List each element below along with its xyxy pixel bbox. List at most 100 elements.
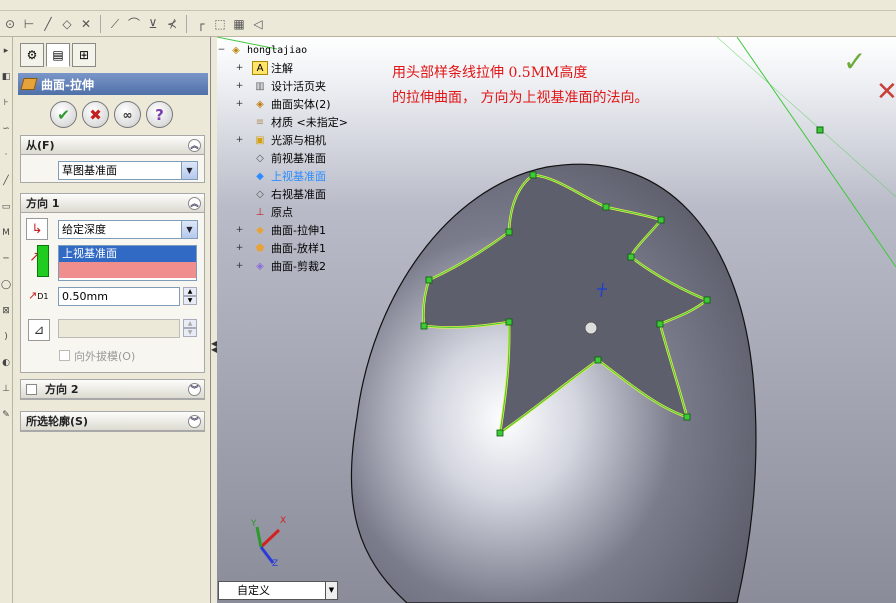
spline-point[interactable]: [683, 413, 691, 421]
cancel-button[interactable]: ✖: [82, 101, 109, 128]
fillet-tool-icon[interactable]: ⌒: [126, 16, 142, 32]
spline-point[interactable]: [420, 322, 428, 330]
tab-feature-manager[interactable]: ⚙: [20, 43, 44, 67]
direction2-group-header[interactable]: 方向 2 ︾: [21, 380, 204, 399]
tree-item-trim2[interactable]: + ◈ 曲面-剪裁2: [235, 257, 326, 275]
expand-icon[interactable]: +: [235, 99, 244, 109]
line-tool-icon[interactable]: ╱: [40, 16, 56, 32]
reverse-direction-button[interactable]: ↳: [26, 218, 48, 240]
mirror-tool-icon[interactable]: ⊻: [145, 16, 161, 32]
spline-point[interactable]: [505, 228, 513, 236]
tree-item-extrude1[interactable]: + ◆ 曲面-拉伸1: [235, 221, 326, 239]
selected-plane-item[interactable]: 上视基准面: [59, 246, 196, 262]
chevron-down-icon[interactable]: ▼: [325, 582, 337, 599]
depth-spinner[interactable]: ▲ ▼: [183, 287, 197, 306]
diamond-tool-icon[interactable]: ◇: [59, 16, 75, 32]
spline-point[interactable]: [529, 171, 537, 179]
tree-item-front-plane[interactable]: ◇ 前视基准面: [235, 149, 326, 167]
offset-tool-icon[interactable]: ⟋: [107, 16, 123, 32]
dimension-tool-icon[interactable]: ⊢: [21, 16, 37, 32]
rectangle-icon[interactable]: ▭: [0, 201, 12, 214]
point-icon[interactable]: ·: [0, 149, 12, 162]
direction2-checkbox[interactable]: [26, 383, 37, 395]
expand-icon[interactable]: +: [235, 135, 244, 145]
pen-icon[interactable]: ✎: [0, 409, 12, 422]
collapse-chevron-icon[interactable]: ︽: [188, 138, 201, 152]
line-icon[interactable]: ╱: [0, 175, 12, 188]
rectangle-tool-icon[interactable]: ⬚: [212, 16, 228, 32]
spin-up-icon[interactable]: ▲: [183, 287, 197, 296]
graphics-viewport[interactable]: X Y Z − ◈ honglajiao + A 注解 + ▥ 设计活页夹 + …: [217, 37, 896, 603]
tab-configuration-manager[interactable]: ⊞: [72, 43, 96, 67]
cross-tool-icon[interactable]: ✕: [78, 16, 94, 32]
spline-point[interactable]: [594, 356, 602, 364]
direction-reference-list[interactable]: 上视基准面: [58, 245, 197, 281]
expand-icon[interactable]: +: [235, 261, 244, 271]
measure-icon[interactable]: M: [0, 227, 12, 240]
grid-tool-icon[interactable]: ▦: [231, 16, 247, 32]
spline-point[interactable]: [602, 203, 610, 211]
lofted-surface-icon: ⬟: [255, 242, 265, 254]
direction1-group-header[interactable]: 方向 1 ︽: [21, 194, 204, 213]
tree-item-design-binder[interactable]: + ▥ 设计活页夹: [235, 77, 326, 95]
slot-tool-icon[interactable]: ◁: [250, 16, 266, 32]
tree-item-top-plane[interactable]: ◆ 上视基准面: [235, 167, 326, 185]
spline-point[interactable]: [703, 296, 711, 304]
view-orientation-select[interactable]: 自定义 ▼: [218, 581, 338, 600]
depth-input[interactable]: 0.50mm: [58, 287, 180, 306]
chevron-down-icon[interactable]: ▼: [181, 162, 197, 179]
dimension-icon[interactable]: ⊦: [0, 97, 12, 110]
tree-item-material[interactable]: ≡ 材质 <未指定>: [235, 113, 348, 131]
minus-icon[interactable]: ─: [0, 253, 12, 266]
collapse-icon[interactable]: −: [217, 45, 226, 55]
tree-item-loft1[interactable]: + ⬟ 曲面-放样1: [235, 239, 326, 257]
expand-icon[interactable]: +: [235, 63, 244, 73]
ok-button[interactable]: ✔: [50, 101, 77, 128]
empty-selection-slot[interactable]: [59, 262, 196, 278]
from-group-header[interactable]: 从(F) ︽: [21, 136, 204, 155]
spline-point[interactable]: [627, 253, 635, 261]
expand-icon[interactable]: +: [235, 243, 244, 253]
help-button[interactable]: ?: [146, 101, 173, 128]
tree-root[interactable]: − ◈ honglajiao: [217, 41, 308, 59]
paren-icon[interactable]: ): [0, 331, 12, 344]
spline-point[interactable]: [656, 320, 664, 328]
circle-tool-icon[interactable]: ⊙: [2, 16, 18, 32]
curve-icon[interactable]: ∽: [0, 123, 12, 136]
start-condition-select[interactable]: 草图基准面 ▼: [58, 161, 198, 180]
selected-contours-group-header[interactable]: 所选轮廓(S) ︾: [21, 412, 204, 431]
detailed-preview-button[interactable]: ∞: [114, 101, 141, 128]
expand-icon[interactable]: +: [235, 225, 244, 235]
expand-chevron-icon[interactable]: ︾: [188, 382, 201, 396]
spline-point[interactable]: [496, 429, 504, 437]
tree-item-lights-cameras[interactable]: + ▣ 光源与相机: [235, 131, 326, 149]
tree-item-surface-bodies[interactable]: + ◈ 曲面实体(2): [235, 95, 331, 113]
triad-z-label: Z: [272, 559, 279, 569]
tree-item-origin[interactable]: ⊥ 原点: [235, 203, 293, 221]
expand-chevron-icon[interactable]: ︾: [188, 414, 201, 428]
spin-down-icon[interactable]: ▼: [183, 296, 197, 305]
draft-toggle-button[interactable]: ⊿: [28, 319, 50, 341]
reference-point-handle[interactable]: [816, 126, 824, 134]
arrow-icon[interactable]: ▸: [0, 45, 12, 58]
corner-tool-icon[interactable]: ┌: [193, 16, 209, 32]
sketch-icon[interactable]: ◧: [0, 71, 12, 84]
spline-point[interactable]: [505, 318, 513, 326]
trim-tool-icon[interactable]: ⊀: [164, 16, 180, 32]
expand-icon[interactable]: +: [235, 81, 244, 91]
shade-icon[interactable]: ◐: [0, 357, 12, 370]
end-condition-select[interactable]: 给定深度 ▼: [58, 220, 198, 239]
chevron-down-icon[interactable]: ▼: [181, 221, 197, 238]
tree-item-right-plane[interactable]: ◇ 右视基准面: [235, 185, 326, 203]
tree-item-annotations[interactable]: + A 注解: [235, 59, 293, 77]
collapse-chevron-icon[interactable]: ︽: [188, 196, 201, 210]
box-icon[interactable]: ⊠: [0, 305, 12, 318]
spline-point[interactable]: [657, 216, 665, 224]
ellipse-icon[interactable]: ◯: [0, 279, 12, 292]
tool-icon[interactable]: ⊥: [0, 383, 12, 396]
spline-point[interactable]: [425, 276, 433, 284]
configuration-icon: ⊞: [78, 48, 90, 62]
confirm-ok-icon[interactable]: ✓: [843, 45, 866, 78]
confirm-cancel-icon[interactable]: ✕: [876, 77, 896, 107]
tab-property-manager[interactable]: ▤: [46, 43, 70, 67]
